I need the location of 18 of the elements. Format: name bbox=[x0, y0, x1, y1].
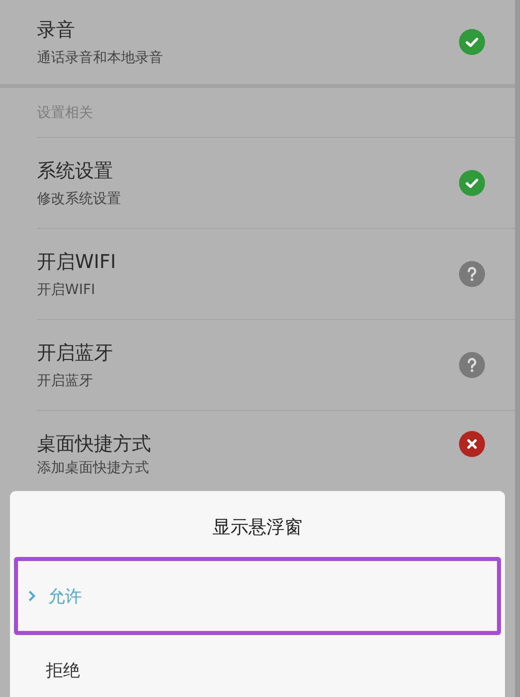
check-icon bbox=[459, 170, 485, 196]
question-icon bbox=[459, 352, 485, 378]
chevron-icon bbox=[28, 590, 36, 602]
question-icon bbox=[459, 261, 485, 287]
permission-description: 修改系统设置 bbox=[37, 190, 121, 208]
permission-title: 系统设置 bbox=[37, 159, 114, 184]
permission-description: 添加桌面快捷方式 bbox=[37, 459, 150, 477]
permission-title: 开启蓝牙 bbox=[37, 341, 113, 366]
permission-description: 开启WIFI bbox=[37, 281, 96, 299]
dialog-option[interactable]: 拒绝 bbox=[14, 635, 501, 697]
permission-title: 桌面快捷方式 bbox=[37, 432, 151, 457]
cross-icon bbox=[459, 431, 485, 457]
permission-description: 通话录音和本地录音 bbox=[37, 49, 163, 67]
permission-title: 录音 bbox=[37, 18, 76, 43]
dialog-title: 显示悬浮窗 bbox=[212, 516, 302, 539]
check-icon bbox=[459, 29, 485, 55]
permission-title: 开启WIFI bbox=[37, 250, 116, 275]
permission-description: 开启蓝牙 bbox=[37, 372, 94, 390]
